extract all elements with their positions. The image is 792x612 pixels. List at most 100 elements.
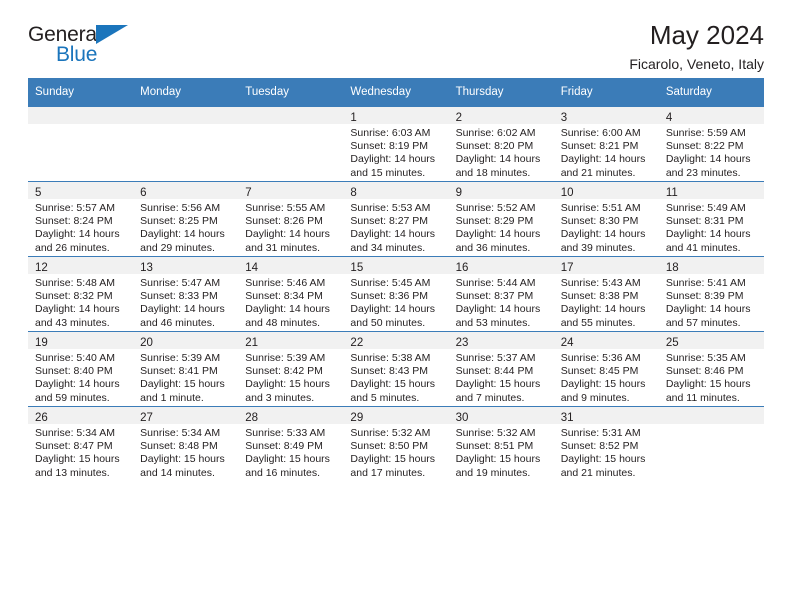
general-blue-logo[interactable]: General Blue: [28, 22, 138, 68]
day-number-band: 10: [553, 182, 659, 199]
day-number-band: 1: [343, 107, 449, 124]
day-details: Sunrise: 6:02 AM Sunset: 8:20 PM Daylight:…: [449, 124, 554, 180]
calendar-day-cell[interactable]: 6 Sunrise: 5:56 AM Sunset: 8:25 PM Daylight…: [133, 181, 239, 257]
sunset-time: Sunset: 8:46 PM: [665, 365, 744, 378]
calendar-day-cell[interactable]: 30 Sunrise: 5:32 AM Sunset: 8:51 PM Dayligh…: [448, 406, 554, 481]
calendar-day-cell[interactable]: 5 Sunrise: 5:57 AM Sunset: 8:24 PM Daylight…: [28, 181, 134, 257]
daylight-duration-line1: Daylight: 14 hours: [665, 153, 751, 166]
calendar-day-cell[interactable]: 17 Sunrise: 5:43 AM Sunset: 8:38 PM Dayligh…: [553, 256, 659, 332]
day-number: 21: [245, 337, 259, 349]
calendar-day-cell[interactable]: 15 Sunrise: 5:45 AM Sunset: 8:36 PM Dayligh…: [343, 256, 449, 332]
day-number-band: 17: [553, 257, 659, 274]
calendar-day-cell[interactable]: 16 Sunrise: 5:44 AM Sunset: 8:37 PM Dayligh…: [448, 256, 554, 332]
day-details: Sunrise: 5:34 AM Sunset: 8:47 PM Daylight:…: [28, 424, 133, 480]
day-number: 10: [560, 187, 574, 199]
calendar-day-cell[interactable]: 23 Sunrise: 5:37 AM Sunset: 8:44 PM Dayligh…: [448, 331, 554, 407]
calendar-empty-cell: [28, 106, 134, 182]
day-number: 9: [455, 187, 462, 199]
sunrise-time: Sunrise: 5:34 AM: [35, 427, 115, 439]
day-details: Sunrise: 5:43 AM Sunset: 8:38 PM Daylight:…: [554, 274, 659, 330]
calendar-day-cell[interactable]: 7 Sunrise: 5:55 AM Sunset: 8:26 PM Daylight…: [238, 181, 344, 257]
calendar-day-cell[interactable]: 10 Sunrise: 5:51 AM Sunset: 8:30 PM Dayligh…: [553, 181, 659, 257]
daylight-duration-line1: Daylight: 14 hours: [665, 303, 751, 316]
daylight-duration-line2: and 14 minutes.: [140, 466, 215, 479]
day-details: Sunrise: 6:03 AM Sunset: 8:19 PM Daylight:…: [343, 124, 448, 180]
daylight-duration-line1: Daylight: 14 hours: [455, 303, 541, 316]
logo-text-blue: Blue: [56, 43, 98, 66]
calendar-day-cell[interactable]: 29 Sunrise: 5:32 AM Sunset: 8:50 PM Dayligh…: [343, 406, 449, 481]
day-number-band: 2: [448, 107, 554, 124]
sunset-time: Sunset: 8:19 PM: [350, 140, 429, 153]
day-number-band: 16: [448, 257, 554, 274]
day-details: Sunrise: 5:32 AM Sunset: 8:50 PM Daylight:…: [343, 424, 448, 480]
calendar-week-row: 26 Sunrise: 5:34 AM Sunset: 8:47 PM Dayligh…: [28, 406, 764, 481]
calendar-day-cell[interactable]: 25 Sunrise: 5:35 AM Sunset: 8:46 PM Dayligh…: [658, 331, 764, 407]
calendar-day-cell[interactable]: 18 Sunrise: 5:41 AM Sunset: 8:39 PM Dayligh…: [658, 256, 764, 332]
sunrise-time: Sunrise: 5:59 AM: [665, 127, 746, 139]
calendar-day-cell[interactable]: 1 Sunrise: 6:03 AM Sunset: 8:19 PM Daylight…: [343, 106, 449, 182]
sunrise-time: Sunrise: 5:48 AM: [35, 277, 115, 289]
day-number: 11: [665, 187, 678, 199]
day-number-band: 27: [133, 407, 239, 424]
calendar-day-cell[interactable]: 26 Sunrise: 5:34 AM Sunset: 8:47 PM Dayligh…: [28, 406, 134, 481]
weekday-header-saturday: Saturday: [658, 78, 764, 107]
daylight-duration-line1: Daylight: 14 hours: [665, 228, 751, 241]
daylight-duration-line1: Daylight: 15 hours: [245, 378, 330, 391]
day-number: 22: [350, 337, 364, 349]
calendar-day-cell[interactable]: 19 Sunrise: 5:40 AM Sunset: 8:40 PM Dayligh…: [28, 331, 134, 407]
day-details: Sunrise: 5:59 AM Sunset: 8:22 PM Daylight:…: [659, 124, 764, 180]
sunrise-time: Sunrise: 5:47 AM: [140, 277, 221, 289]
calendar-day-cell[interactable]: 11 Sunrise: 5:49 AM Sunset: 8:31 PM Dayligh…: [658, 181, 764, 257]
sunrise-time: Sunrise: 5:39 AM: [140, 352, 221, 364]
calendar-day-cell[interactable]: 27 Sunrise: 5:34 AM Sunset: 8:48 PM Dayligh…: [133, 406, 239, 481]
sunset-time: Sunset: 8:48 PM: [140, 440, 218, 453]
day-number: 7: [245, 187, 252, 199]
sunrise-time: Sunrise: 6:02 AM: [455, 127, 536, 139]
sunset-time: Sunset: 8:39 PM: [665, 290, 744, 303]
calendar-day-cell[interactable]: 13 Sunrise: 5:47 AM Sunset: 8:33 PM Dayligh…: [133, 256, 239, 332]
day-number-band: 4: [658, 107, 764, 124]
daylight-duration-line2: and 17 minutes.: [350, 466, 426, 479]
calendar-day-cell[interactable]: 22 Sunrise: 5:38 AM Sunset: 8:43 PM Dayligh…: [343, 331, 449, 407]
calendar-day-cell[interactable]: 8 Sunrise: 5:53 AM Sunset: 8:27 PM Daylight…: [343, 181, 449, 257]
daylight-duration-line2: and 59 minutes.: [35, 391, 110, 404]
day-number: 19: [35, 337, 48, 349]
sunrise-time: Sunrise: 5:51 AM: [560, 202, 641, 214]
calendar-day-cell[interactable]: 14 Sunrise: 5:46 AM Sunset: 8:34 PM Dayligh…: [238, 256, 344, 332]
calendar-day-cell[interactable]: 20 Sunrise: 5:39 AM Sunset: 8:41 PM Dayligh…: [133, 331, 239, 407]
daylight-duration-line1: Daylight: 15 hours: [350, 378, 436, 391]
sunrise-time: Sunrise: 5:31 AM: [560, 427, 641, 439]
daylight-duration-line1: Daylight: 14 hours: [350, 228, 436, 241]
sunrise-sunset-calendar: Sunday Monday Tuesday Wednesday Thursday…: [28, 78, 764, 481]
sunrise-time: Sunrise: 5:34 AM: [140, 427, 221, 439]
day-number-band: 18: [658, 257, 764, 274]
calendar-day-cell[interactable]: 12 Sunrise: 5:48 AM Sunset: 8:32 PM Dayligh…: [28, 256, 134, 332]
calendar-day-cell[interactable]: 28 Sunrise: 5:33 AM Sunset: 8:49 PM Dayligh…: [238, 406, 344, 481]
daylight-duration-line1: Daylight: 15 hours: [455, 453, 541, 466]
sunrise-time: Sunrise: 5:32 AM: [455, 427, 536, 439]
sunrise-time: Sunrise: 5:41 AM: [665, 277, 746, 289]
daylight-duration-line1: Daylight: 14 hours: [35, 303, 120, 316]
calendar-day-cell[interactable]: 9 Sunrise: 5:52 AM Sunset: 8:29 PM Daylight…: [448, 181, 554, 257]
daylight-duration-line1: Daylight: 15 hours: [350, 453, 436, 466]
calendar-day-cell[interactable]: 24 Sunrise: 5:36 AM Sunset: 8:45 PM Dayligh…: [553, 331, 659, 407]
day-details: Sunrise: 5:37 AM Sunset: 8:44 PM Daylight:…: [449, 349, 554, 405]
sunrise-time: Sunrise: 6:00 AM: [560, 127, 641, 139]
day-details: Sunrise: 5:40 AM Sunset: 8:40 PM Daylight:…: [28, 349, 133, 405]
calendar-day-cell[interactable]: 31 Sunrise: 5:31 AM Sunset: 8:52 PM Dayligh…: [553, 406, 659, 481]
sunset-time: Sunset: 8:32 PM: [35, 290, 113, 303]
daylight-duration-line2: and 23 minutes.: [665, 166, 741, 179]
sunrise-time: Sunrise: 5:55 AM: [245, 202, 326, 214]
daylight-duration-line2: and 26 minutes.: [35, 241, 110, 254]
calendar-day-cell[interactable]: 21 Sunrise: 5:39 AM Sunset: 8:42 PM Dayligh…: [238, 331, 344, 407]
sunset-time: Sunset: 8:34 PM: [245, 290, 323, 303]
day-details: Sunrise: 5:39 AM Sunset: 8:42 PM Daylight:…: [238, 349, 343, 405]
daylight-duration-line2: and 9 minutes.: [560, 391, 630, 404]
calendar-day-cell[interactable]: 3 Sunrise: 6:00 AM Sunset: 8:21 PM Daylight…: [553, 106, 659, 182]
calendar-day-cell[interactable]: 4 Sunrise: 5:59 AM Sunset: 8:22 PM Daylight…: [658, 106, 764, 182]
weekday-header-monday: Monday: [133, 78, 239, 107]
calendar-day-cell[interactable]: 2 Sunrise: 6:02 AM Sunset: 8:20 PM Daylight…: [448, 106, 554, 182]
location-subtitle: Ficarolo, Veneto, Italy: [629, 56, 764, 73]
day-details: Sunrise: 5:57 AM Sunset: 8:24 PM Daylight:…: [28, 199, 133, 255]
sunset-time: Sunset: 8:27 PM: [350, 215, 429, 228]
